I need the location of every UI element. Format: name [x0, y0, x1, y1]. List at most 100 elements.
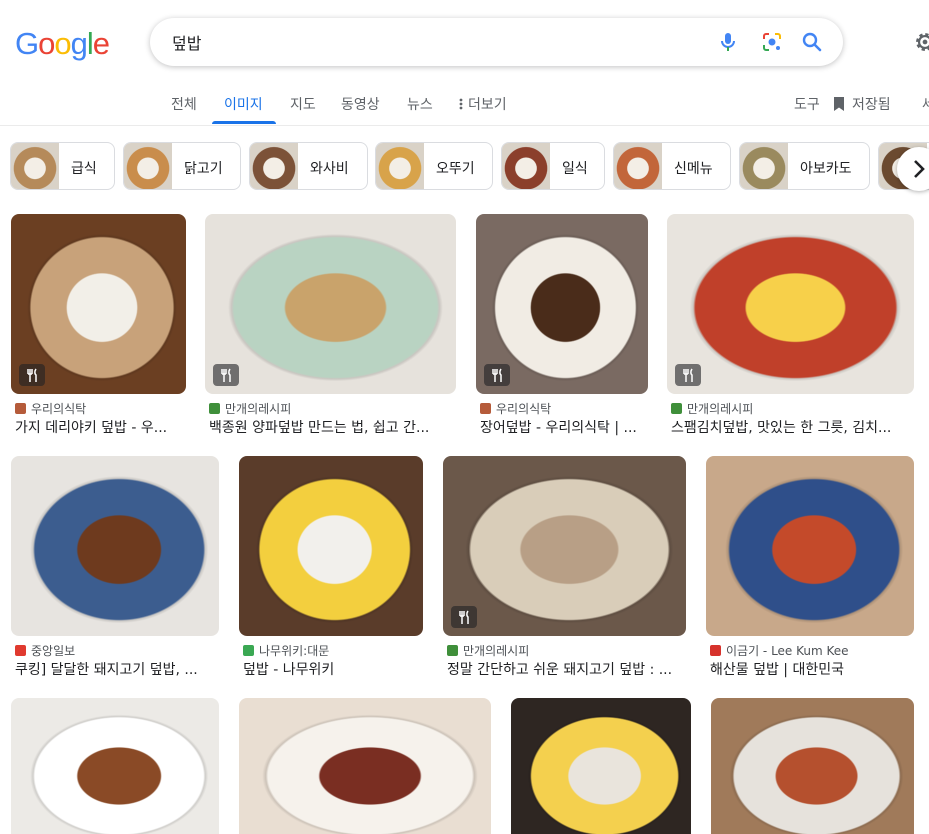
source-favicon — [671, 403, 682, 414]
source-name: 우리의식탁 — [496, 402, 552, 416]
logo-letter: o — [54, 26, 71, 61]
recipe-badge-icon — [451, 606, 477, 628]
logo-letter: G — [15, 26, 39, 61]
chevron-right-icon — [914, 160, 925, 178]
source-favicon — [15, 645, 26, 656]
search-box — [150, 18, 843, 66]
result-image — [11, 456, 219, 636]
saved-button[interactable]: 저장됨 — [832, 94, 891, 114]
result-title[interactable]: 스팸김치덮밥, 맛있는 한 그릇, 김치... — [671, 417, 914, 437]
chip-label: 신메뉴 — [674, 161, 713, 177]
mic-icon[interactable] — [716, 30, 740, 54]
active-tab-indicator — [212, 121, 276, 124]
chips-next-button[interactable] — [897, 147, 929, 191]
chip-item[interactable]: 급식 — [10, 142, 115, 190]
chip-label: 닭고기 — [184, 161, 223, 177]
chip-thumbnail — [250, 143, 298, 189]
tab-images[interactable]: 이미지 — [224, 94, 263, 114]
source-name: 나무위키:대문 — [259, 644, 330, 658]
google-logo[interactable]: Google — [15, 26, 110, 62]
tab-more-label: 더보기 — [468, 97, 507, 113]
chip-thumbnail — [502, 143, 550, 189]
chip-item[interactable]: 신메뉴 — [613, 142, 731, 190]
recipe-badge-icon — [213, 364, 239, 386]
chip-thumbnail — [614, 143, 662, 189]
result-source[interactable]: 나무위키:대문 — [243, 642, 423, 659]
safesearch-button[interactable]: 세 — [922, 94, 929, 114]
recipe-badge-icon — [675, 364, 701, 386]
result-title[interactable]: 덮밥 - 나무위키 — [243, 659, 423, 679]
chip-thumbnail — [11, 143, 59, 189]
recipe-badge-icon — [484, 364, 510, 386]
image-result[interactable] — [711, 698, 914, 834]
image-result[interactable]: 만개의레시피 정말 간단하고 쉬운 돼지고기 덮밥 : ... — [443, 456, 686, 680]
source-name: 만개의레시피 — [225, 402, 292, 416]
result-title[interactable]: 장어덮밥 - 우리의식탁 | ... — [480, 417, 648, 437]
source-name: 우리의식탁 — [31, 402, 87, 416]
result-image — [476, 214, 648, 394]
result-image — [205, 214, 456, 394]
search-tabs: 전체 이미지 지도 동영상 뉴스 더보기 도구 저장됨 세 — [0, 86, 929, 126]
result-image — [443, 456, 686, 636]
result-source[interactable]: 만개의레시피 — [209, 400, 456, 417]
lens-icon[interactable] — [760, 30, 784, 54]
chip-thumbnail — [740, 143, 788, 189]
logo-letter: g — [70, 26, 88, 61]
image-result[interactable]: 우리의식탁 장어덮밥 - 우리의식탁 | ... — [476, 214, 648, 444]
source-favicon — [209, 403, 220, 414]
result-source[interactable]: 우리의식탁 — [15, 400, 186, 417]
source-name: 만개의레시피 — [687, 402, 754, 416]
tab-all[interactable]: 전체 — [171, 94, 197, 114]
image-result[interactable]: 우리의식탁 가지 데리야키 덮밥 - 우... — [11, 214, 186, 444]
chip-label: 오뚜기 — [436, 161, 475, 177]
image-result[interactable]: 중앙일보 쿠킹] 달달한 돼지고기 덮밥, ... — [11, 456, 219, 680]
result-source[interactable]: 우리의식탁 — [480, 400, 648, 417]
result-title[interactable]: 해산물 덮밥 | 대한민국 — [710, 659, 914, 679]
result-image — [667, 214, 914, 394]
source-favicon — [447, 645, 458, 656]
chip-item[interactable]: 닭고기 — [123, 142, 241, 190]
recipe-badge-icon — [19, 364, 45, 386]
result-image — [11, 214, 186, 394]
chip-item[interactable]: 오뚜기 — [375, 142, 493, 190]
logo-letter: o — [38, 26, 55, 61]
result-title[interactable]: 가지 데리야키 덮밥 - 우... — [15, 417, 186, 437]
gear-icon[interactable] — [912, 29, 929, 55]
image-result[interactable]: 만개의레시피 스팸김치덮밥, 맛있는 한 그릇, 김치... — [667, 214, 914, 444]
tools-button[interactable]: 도구 — [794, 94, 820, 114]
image-result[interactable]: 이금기 - Lee Kum Kee 해산물 덮밥 | 대한민국 — [706, 456, 914, 680]
search-input[interactable] — [172, 30, 692, 54]
chip-item[interactable]: 일식 — [501, 142, 605, 190]
result-image — [706, 456, 914, 636]
source-favicon — [15, 403, 26, 414]
result-source[interactable]: 중앙일보 — [15, 642, 219, 659]
bookmark-icon — [834, 97, 844, 111]
chip-thumbnail — [124, 143, 172, 189]
chip-item[interactable]: 아보카도 — [739, 142, 870, 190]
result-title[interactable]: 정말 간단하고 쉬운 돼지고기 덮밥 : ... — [447, 659, 686, 679]
chip-label: 와사비 — [310, 161, 349, 177]
tab-news[interactable]: 뉴스 — [407, 94, 433, 114]
result-image — [511, 698, 691, 834]
search-icon[interactable] — [800, 30, 824, 54]
tab-more[interactable]: 더보기 — [458, 94, 507, 114]
result-title[interactable]: 쿠킹] 달달한 돼지고기 덮밥, ... — [15, 659, 219, 679]
result-title[interactable]: 백종원 양파덮밥 만드는 법, 쉽고 간... — [209, 417, 456, 437]
image-result[interactable]: 만개의레시피 백종원 양파덮밥 만드는 법, 쉽고 간... — [205, 214, 456, 444]
image-result[interactable] — [239, 698, 491, 834]
result-source[interactable]: 이금기 - Lee Kum Kee — [710, 642, 914, 659]
more-vert-icon — [459, 98, 463, 110]
source-name: 만개의레시피 — [463, 644, 530, 658]
logo-letter: e — [92, 26, 110, 61]
result-source[interactable]: 만개의레시피 — [671, 400, 914, 417]
chip-item[interactable]: 와사비 — [249, 142, 368, 190]
chip-label: 아보카도 — [800, 161, 852, 177]
result-image — [239, 698, 491, 834]
result-source[interactable]: 만개의레시피 — [447, 642, 686, 659]
image-result[interactable] — [511, 698, 691, 834]
tab-videos[interactable]: 동영상 — [341, 94, 380, 114]
image-result[interactable] — [11, 698, 219, 834]
tab-maps[interactable]: 지도 — [290, 94, 316, 114]
chip-label: 일식 — [562, 161, 588, 177]
image-result[interactable]: 나무위키:대문 덮밥 - 나무위키 — [239, 456, 423, 680]
